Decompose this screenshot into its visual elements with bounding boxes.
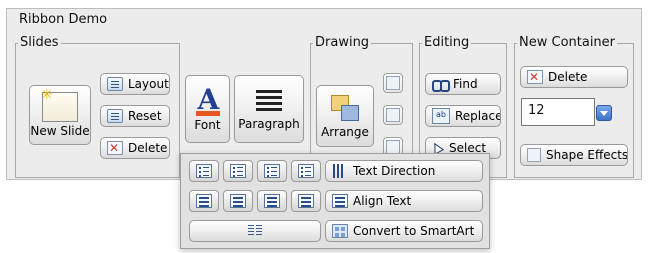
align-center-button[interactable] <box>223 190 253 212</box>
font-icon: A <box>193 83 223 116</box>
paragraph-icon <box>254 87 284 115</box>
layout-button[interactable]: Layout <box>100 73 170 95</box>
replace-icon: ab <box>432 108 450 124</box>
spinner-dropdown-button[interactable] <box>596 105 612 121</box>
text-direction-icon <box>332 164 348 178</box>
align-left-icon <box>196 194 212 208</box>
increase-indent-icon <box>298 164 314 178</box>
smartart-icon <box>332 224 348 238</box>
align-right-icon <box>264 194 280 208</box>
paragraph-popup: Text Direction Align Text Convert to Sma… <box>180 153 490 249</box>
pencil-icon <box>386 108 400 122</box>
layout-icon <box>107 77 123 91</box>
new-slide-label: New Slide <box>30 124 90 138</box>
align-text-button[interactable]: Align Text <box>325 190 483 212</box>
columns-button[interactable] <box>189 220 321 242</box>
numbered-list-button[interactable] <box>223 160 253 182</box>
delete-icon <box>107 141 123 155</box>
shape-icon <box>386 140 400 154</box>
align-text-label: Align Text <box>353 194 412 208</box>
numbered-list-icon <box>230 164 246 178</box>
new-slide-icon <box>41 87 78 122</box>
replace-button[interactable]: ab Replace <box>425 105 501 127</box>
new-container-group-label: New Container <box>519 35 616 50</box>
font-label: Font <box>194 118 221 132</box>
container-delete-button[interactable]: Delete <box>520 66 628 88</box>
decrease-indent-button[interactable] <box>257 160 287 182</box>
shape-fill-button[interactable] <box>383 73 403 93</box>
justify-button[interactable] <box>291 190 321 212</box>
paint-bucket-icon <box>386 76 400 90</box>
spinner-value: 12 <box>528 103 545 118</box>
shape-outline-button[interactable] <box>383 105 403 125</box>
paragraph-label: Paragraph <box>238 117 300 131</box>
paragraph-button[interactable]: Paragraph <box>234 75 304 143</box>
shape-effects-icon <box>527 148 541 162</box>
align-center-icon <box>230 194 246 208</box>
shape-effects-button[interactable]: Shape Effects <box>520 144 628 166</box>
bullet-list-button[interactable] <box>189 160 219 182</box>
align-left-button[interactable] <box>189 190 219 212</box>
find-icon <box>432 77 450 92</box>
bullet-list-icon <box>196 164 212 178</box>
justify-icon <box>298 194 314 208</box>
columns-icon <box>247 224 263 238</box>
reset-button[interactable]: Reset <box>100 105 170 127</box>
arrange-label: Arrange <box>321 125 369 139</box>
editing-group-label: Editing <box>424 35 470 50</box>
shape-effects-label: Shape Effects <box>546 148 628 162</box>
reset-icon <box>107 109 123 123</box>
delete-slide-button[interactable]: Delete <box>100 137 170 159</box>
arrange-button[interactable]: Arrange <box>316 85 374 147</box>
text-direction-label: Text Direction <box>353 164 436 178</box>
delete-icon <box>527 70 543 84</box>
convert-to-smartart-label: Convert to SmartArt <box>353 224 475 238</box>
new-slide-button[interactable]: New Slide <box>29 85 91 145</box>
layout-label: Layout <box>128 77 169 91</box>
align-right-button[interactable] <box>257 190 287 212</box>
align-text-icon <box>332 194 348 208</box>
delete-label: Delete <box>128 141 168 155</box>
reset-label: Reset <box>128 109 162 123</box>
decrease-indent-icon <box>264 164 280 178</box>
font-button[interactable]: A Font <box>185 75 230 143</box>
text-direction-button[interactable]: Text Direction <box>325 160 483 182</box>
replace-label: Replace <box>455 109 501 123</box>
container-delete-label: Delete <box>548 70 588 84</box>
find-label: Find <box>453 77 478 91</box>
find-button[interactable]: Find <box>425 73 501 95</box>
slides-group-label: Slides <box>20 35 59 50</box>
convert-to-smartart-button[interactable]: Convert to SmartArt <box>325 220 483 242</box>
drawing-group-label: Drawing <box>315 35 370 50</box>
ribbon-title: Ribbon Demo <box>17 12 110 27</box>
spinner-field[interactable]: 12 <box>521 98 595 126</box>
increase-indent-button[interactable] <box>291 160 321 182</box>
arrange-icon <box>329 93 361 123</box>
